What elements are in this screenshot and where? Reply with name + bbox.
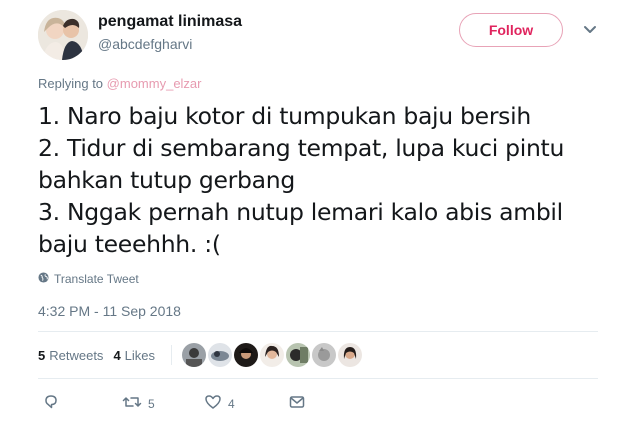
liker-avatar[interactable] (260, 343, 285, 367)
tweet-line: bahkan tutup gerbang (38, 166, 295, 194)
follow-button[interactable]: Follow (459, 13, 563, 47)
retweets-label: Retweets (49, 347, 104, 363)
liker-avatar[interactable] (182, 343, 207, 367)
tweet-header: pengamat linimasa @abcdefgharvi Follow (38, 10, 608, 60)
tweet-text: 1. Naro baju kotor di tumpukan baju bers… (38, 100, 613, 260)
liker-avatar[interactable] (312, 343, 337, 367)
liker-avatar[interactable] (208, 343, 233, 367)
reply-context-prefix: Replying to (38, 76, 104, 91)
chevron-down-icon[interactable] (582, 21, 598, 37)
author-display-name[interactable]: pengamat linimasa (98, 13, 242, 31)
divider (38, 331, 598, 332)
translate-label: Translate Tweet (54, 272, 139, 286)
author-avatar[interactable] (38, 10, 88, 60)
tweet-timestamp[interactable]: 4:32 PM - 11 Sep 2018 (38, 303, 181, 319)
stats-separator (171, 345, 173, 365)
likes-stat[interactable]: 4 Likes (113, 348, 155, 363)
tweet-line: 3. Nggak pernah nutup lemari kalo abis a… (38, 198, 563, 226)
likes-label: Likes (124, 347, 156, 363)
retweets-count: 5 (38, 347, 46, 363)
likes-count: 4 (113, 347, 121, 363)
tweet-actions: 5 4 (38, 393, 306, 414)
reply-context: Replying to @mommy_elzar (38, 76, 202, 91)
divider (38, 378, 598, 379)
tweet-line: 1. Naro baju kotor di tumpukan baju bers… (38, 102, 531, 130)
liker-avatar[interactable] (338, 343, 363, 367)
reply-icon (42, 393, 60, 414)
like-button[interactable]: 4 (198, 393, 282, 414)
tweet-line: 2. Tidur di sembarang tempat, lupa kuci … (38, 134, 565, 162)
retweet-button[interactable]: 5 (116, 393, 198, 414)
liker-avatar[interactable] (234, 343, 259, 367)
retweet-count: 5 (148, 396, 155, 411)
reply-button[interactable] (38, 393, 116, 414)
author-handle[interactable]: @abcdefgharvi (98, 36, 192, 52)
like-count: 4 (228, 396, 235, 411)
retweets-stat[interactable]: 5 Retweets (38, 348, 103, 363)
direct-message-button[interactable] (282, 393, 306, 414)
heart-icon (204, 393, 222, 414)
liker-avatar[interactable] (286, 343, 311, 367)
retweet-icon (122, 393, 142, 414)
tweet-stats: 5 Retweets 4 Likes (38, 343, 363, 367)
envelope-icon (288, 393, 306, 414)
translate-tweet-link[interactable]: Translate Tweet (38, 272, 139, 286)
reply-mention-link[interactable]: @mommy_elzar (107, 76, 202, 91)
globe-icon (38, 272, 49, 286)
tweet-line: baju teeehhh. :( (38, 230, 221, 258)
likers-avatars (182, 343, 363, 367)
